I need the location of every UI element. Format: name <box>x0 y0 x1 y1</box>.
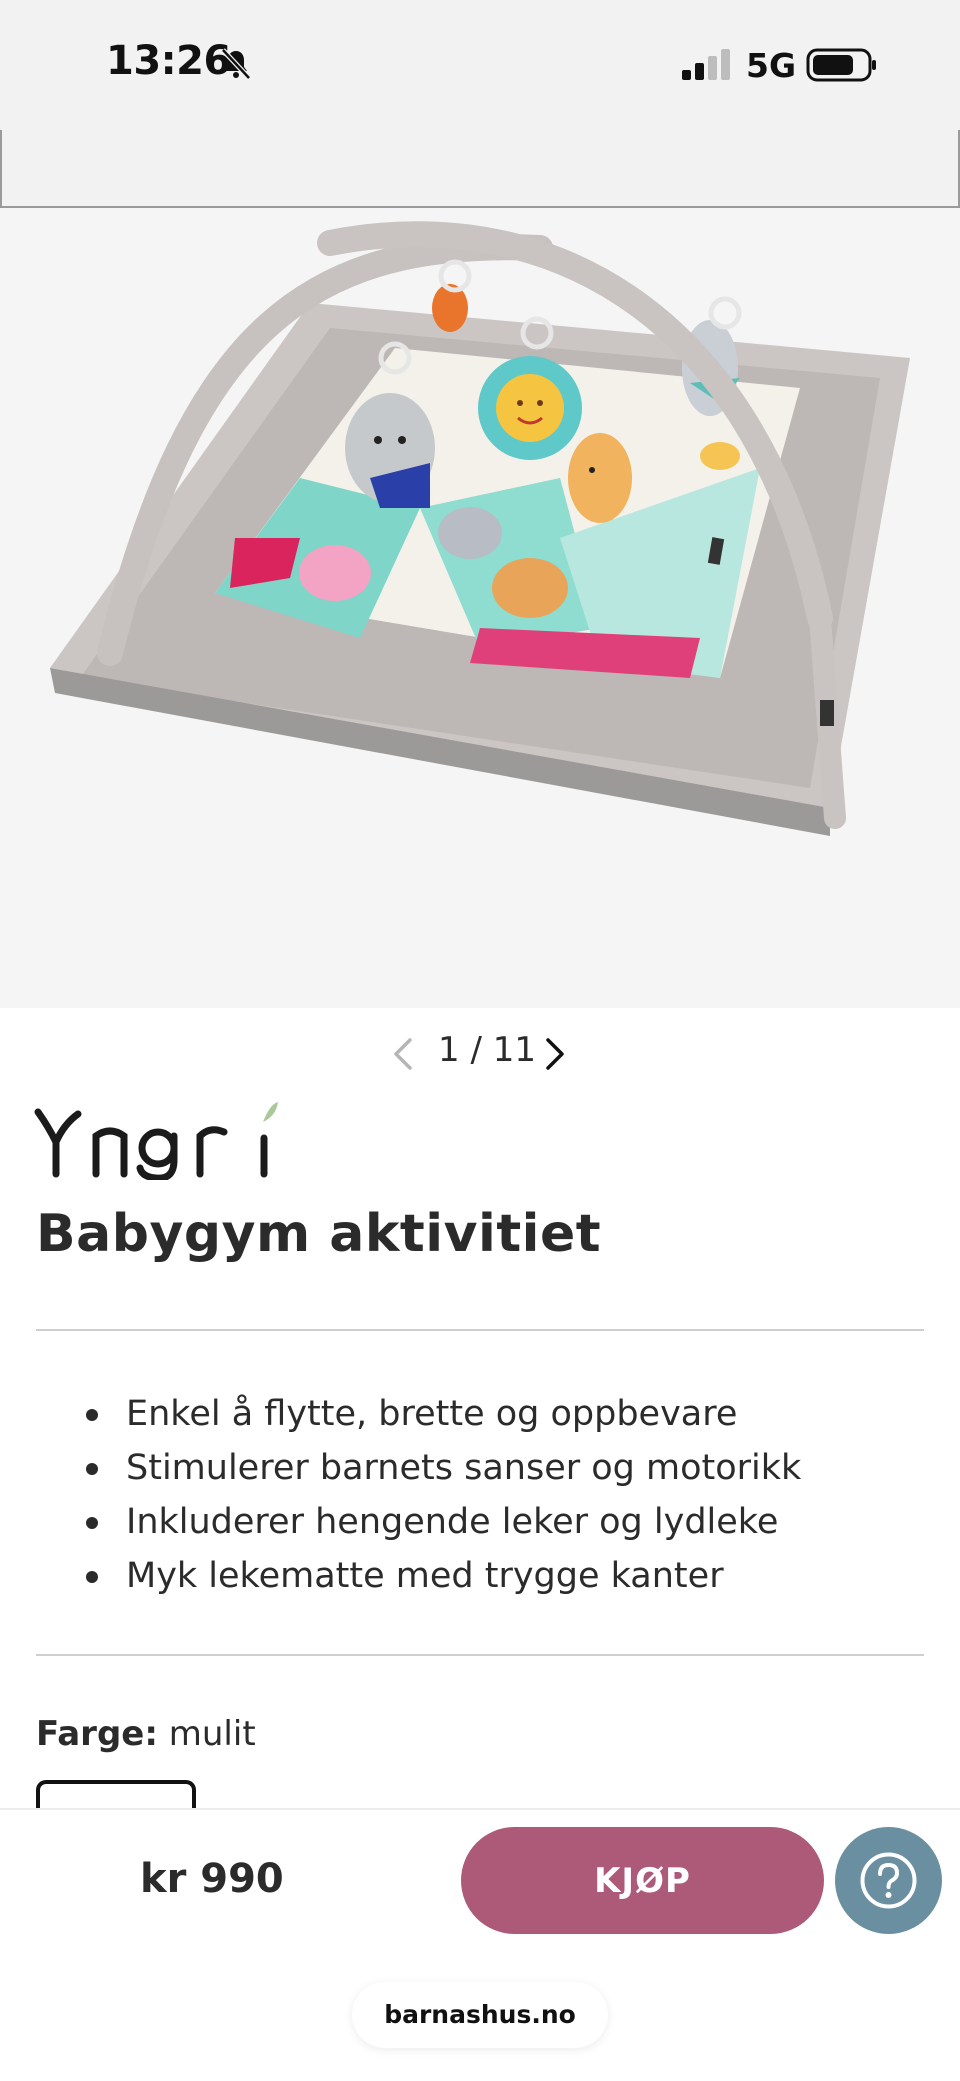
url-bar[interactable]: barnashus.no <box>352 1982 608 2048</box>
search-bar[interactable] <box>0 130 960 310</box>
battery-icon <box>806 48 876 82</box>
product-image[interactable] <box>0 208 960 1008</box>
divider <box>36 1329 924 1331</box>
buy-button[interactable]: KJØP <box>461 1827 824 1934</box>
price: kr 990 <box>140 1856 284 1902</box>
feature-list: Enkel å flytte, brette og oppbevare Stim… <box>76 1387 801 1603</box>
help-button[interactable] <box>835 1827 942 1934</box>
network-type: 5G <box>746 46 797 85</box>
image-pager: 1 / 11 <box>390 1030 580 1076</box>
status-bar: 13:26 5G <box>0 0 960 130</box>
status-time: 13:26 <box>106 38 231 84</box>
bell-muted-icon <box>221 48 251 80</box>
brand-logo[interactable] <box>34 1098 284 1180</box>
color-value: mulit <box>168 1714 256 1754</box>
feature-item: Stimulerer barnets sanser og motorikk <box>76 1441 801 1495</box>
question-icon <box>860 1852 917 1909</box>
divider <box>36 1654 924 1656</box>
chevron-left-icon[interactable] <box>390 1034 416 1074</box>
image-counter: 1 / 11 <box>438 1030 536 1070</box>
feature-item: Enkel å flytte, brette og oppbevare <box>76 1387 801 1441</box>
color-label: Farge: <box>36 1714 158 1754</box>
feature-item: Inkluderer hengende leker og lydleke <box>76 1495 801 1549</box>
baby-gym-illustration <box>50 221 910 836</box>
chevron-right-icon[interactable] <box>542 1034 568 1074</box>
product-title: Babygym aktivitiet <box>36 1204 602 1264</box>
feature-item: Myk lekematte med trygge kanter <box>76 1549 801 1603</box>
color-selection: Farge: mulit <box>36 1714 256 1754</box>
signal-icon <box>682 49 730 80</box>
